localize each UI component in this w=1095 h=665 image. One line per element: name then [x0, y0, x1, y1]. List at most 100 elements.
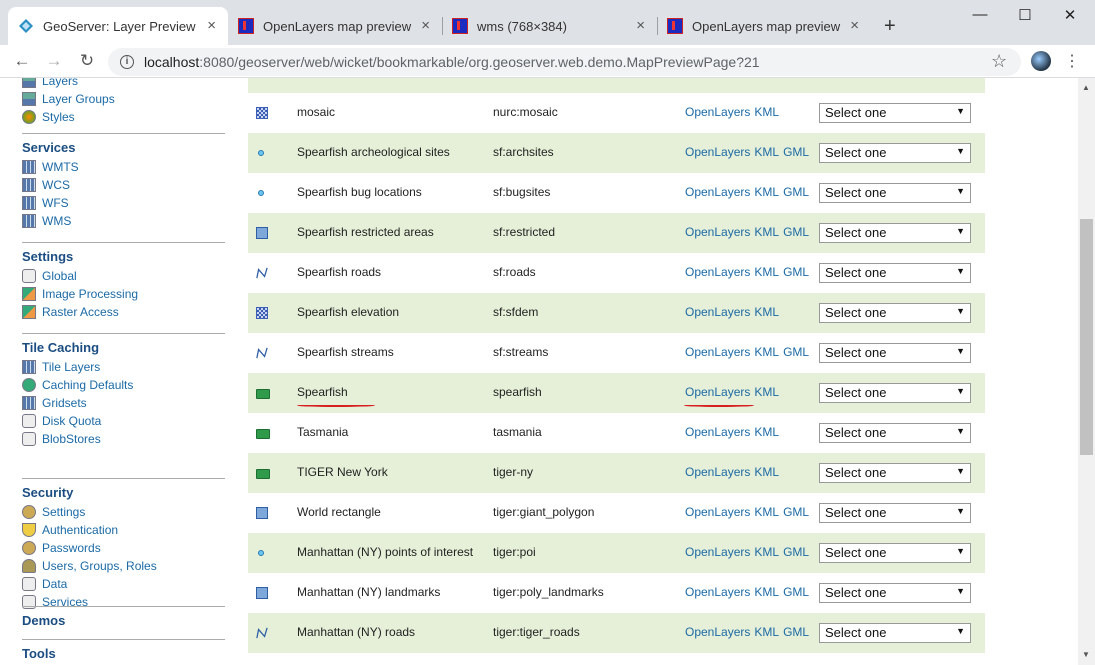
- preview-link-kml[interactable]: KML: [754, 145, 779, 159]
- sidebar-item-layer-groups[interactable]: Layer Groups: [22, 90, 225, 108]
- preview-link-openlayers[interactable]: OpenLayers: [685, 625, 750, 639]
- tab-close-icon[interactable]: ×: [850, 18, 859, 33]
- preview-link-kml[interactable]: KML: [754, 545, 779, 559]
- sidebar-item-wfs[interactable]: WFS: [22, 194, 225, 212]
- tab-openlayers-preview-2[interactable]: OpenLayers map preview ×: [657, 7, 871, 45]
- preview-link-kml[interactable]: KML: [754, 505, 779, 519]
- sidebar-item-data[interactable]: Data: [22, 575, 225, 593]
- sidebar-heading[interactable]: Tile Caching: [22, 340, 225, 358]
- preview-link-kml[interactable]: KML: [754, 345, 779, 359]
- preview-link-openlayers[interactable]: OpenLayers: [685, 345, 750, 359]
- preview-link-openlayers[interactable]: OpenLayers: [685, 145, 750, 159]
- preview-link-kml[interactable]: KML: [754, 265, 779, 279]
- sidebar-item-users-groups-roles[interactable]: Users, Groups, Roles: [22, 557, 225, 575]
- preview-link-gml[interactable]: GML: [783, 185, 809, 199]
- preview-format-select[interactable]: Select one: [819, 503, 971, 523]
- tab-close-icon[interactable]: ×: [421, 18, 430, 33]
- preview-link-openlayers[interactable]: OpenLayers: [685, 465, 750, 479]
- sidebar-item-gridsets[interactable]: Gridsets: [22, 394, 225, 412]
- scroll-down-icon[interactable]: ▼: [1082, 650, 1090, 659]
- preview-link-openlayers[interactable]: OpenLayers: [685, 225, 750, 239]
- preview-link-kml[interactable]: KML: [754, 625, 779, 639]
- tab-wms[interactable]: wms (768×384) ×: [442, 7, 657, 45]
- tab-close-icon[interactable]: ×: [636, 18, 645, 33]
- profile-avatar[interactable]: [1031, 51, 1051, 71]
- sidebar-item-wms[interactable]: WMS: [22, 212, 225, 230]
- preview-format-select[interactable]: Select one: [819, 143, 971, 163]
- site-info-icon[interactable]: i: [120, 55, 134, 69]
- preview-format-select[interactable]: Select one: [819, 623, 971, 643]
- sidebar-item-disk-quota[interactable]: Disk Quota: [22, 412, 225, 430]
- preview-link-kml[interactable]: KML: [754, 385, 779, 399]
- maximize-button[interactable]: ☐: [1015, 6, 1035, 26]
- preview-link-openlayers[interactable]: OpenLayers: [685, 585, 750, 599]
- preview-link-gml[interactable]: GML: [783, 585, 809, 599]
- sidebar-heading[interactable]: Security: [22, 485, 225, 503]
- preview-link-openlayers[interactable]: OpenLayers: [685, 385, 750, 399]
- preview-link-openlayers[interactable]: OpenLayers: [685, 105, 750, 119]
- preview-link-gml[interactable]: GML: [783, 145, 809, 159]
- bookmark-star-icon[interactable]: ☆: [991, 51, 1007, 72]
- sidebar-heading[interactable]: Settings: [22, 249, 225, 267]
- preview-link-kml[interactable]: KML: [754, 465, 779, 479]
- sidebar-item-passwords[interactable]: Passwords: [22, 539, 225, 557]
- preview-link-openlayers[interactable]: OpenLayers: [685, 185, 750, 199]
- preview-link-kml[interactable]: KML: [754, 305, 779, 319]
- sidebar-item-layers[interactable]: Layers: [22, 78, 225, 90]
- preview-link-gml[interactable]: GML: [783, 345, 809, 359]
- preview-link-gml[interactable]: GML: [783, 505, 809, 519]
- preview-link-openlayers[interactable]: OpenLayers: [685, 505, 750, 519]
- sidebar-item-blobstores[interactable]: BlobStores: [22, 430, 225, 448]
- preview-link-kml[interactable]: KML: [754, 105, 779, 119]
- preview-format-select[interactable]: Select one: [819, 103, 971, 123]
- sidebar-item-authentication[interactable]: Authentication: [22, 521, 225, 539]
- preview-format-select[interactable]: Select one: [819, 303, 971, 323]
- preview-link-kml[interactable]: KML: [754, 425, 779, 439]
- sidebar-item-settings[interactable]: Settings: [22, 503, 225, 521]
- sidebar-item-wmts[interactable]: WMTS: [22, 158, 225, 176]
- preview-format-select[interactable]: Select one: [819, 383, 971, 403]
- preview-link-openlayers[interactable]: OpenLayers: [685, 265, 750, 279]
- preview-link-openlayers[interactable]: OpenLayers: [685, 545, 750, 559]
- preview-format-select[interactable]: Select one: [819, 343, 971, 363]
- forward-button[interactable]: →: [44, 51, 64, 71]
- sidebar-item-raster-access[interactable]: Raster Access: [22, 303, 225, 321]
- sidebar-item-tile-layers[interactable]: Tile Layers: [22, 358, 225, 376]
- tab-layer-preview[interactable]: GeoServer: Layer Preview ×: [8, 7, 228, 45]
- url-text[interactable]: localhost:8080/geoserver/web/wicket/book…: [144, 54, 760, 70]
- reload-button[interactable]: ↻: [77, 51, 97, 71]
- preview-link-gml[interactable]: GML: [783, 545, 809, 559]
- sidebar-heading[interactable]: Demos: [22, 613, 225, 631]
- preview-link-openlayers[interactable]: OpenLayers: [685, 425, 750, 439]
- sidebar-item-image-processing[interactable]: Image Processing: [22, 285, 225, 303]
- preview-link-openlayers[interactable]: OpenLayers: [685, 305, 750, 319]
- preview-format-select[interactable]: Select one: [819, 543, 971, 563]
- new-tab-button[interactable]: +: [884, 15, 896, 38]
- tab-close-icon[interactable]: ×: [207, 18, 216, 33]
- preview-format-select[interactable]: Select one: [819, 223, 971, 243]
- scroll-up-icon[interactable]: ▲: [1082, 83, 1090, 92]
- window-close-button[interactable]: ✕: [1060, 6, 1080, 26]
- preview-format-select[interactable]: Select one: [819, 583, 971, 603]
- preview-format-select[interactable]: Select one: [819, 183, 971, 203]
- preview-link-kml[interactable]: KML: [754, 225, 779, 239]
- preview-link-gml[interactable]: GML: [783, 265, 809, 279]
- preview-link-gml[interactable]: GML: [783, 625, 809, 639]
- preview-link-gml[interactable]: GML: [783, 225, 809, 239]
- sidebar-heading[interactable]: Services: [22, 140, 225, 158]
- preview-link-kml[interactable]: KML: [754, 185, 779, 199]
- preview-format-select[interactable]: Select one: [819, 263, 971, 283]
- sidebar-heading[interactable]: Tools: [22, 646, 225, 664]
- back-button[interactable]: ←: [12, 51, 32, 71]
- preview-format-select[interactable]: Select one: [819, 423, 971, 443]
- browser-menu-icon[interactable]: ⋮: [1064, 51, 1080, 71]
- page-scrollbar[interactable]: ▲ ▼: [1078, 78, 1095, 665]
- sidebar-item-wcs[interactable]: WCS: [22, 176, 225, 194]
- sidebar-item-caching-defaults[interactable]: Caching Defaults: [22, 376, 225, 394]
- preview-link-kml[interactable]: KML: [754, 585, 779, 599]
- minimize-button[interactable]: —: [970, 6, 990, 26]
- sidebar-item-global[interactable]: Global: [22, 267, 225, 285]
- tab-openlayers-preview-1[interactable]: OpenLayers map preview ×: [228, 7, 442, 45]
- scrollbar-thumb[interactable]: [1080, 219, 1093, 455]
- sidebar-item-styles[interactable]: Styles: [22, 108, 225, 126]
